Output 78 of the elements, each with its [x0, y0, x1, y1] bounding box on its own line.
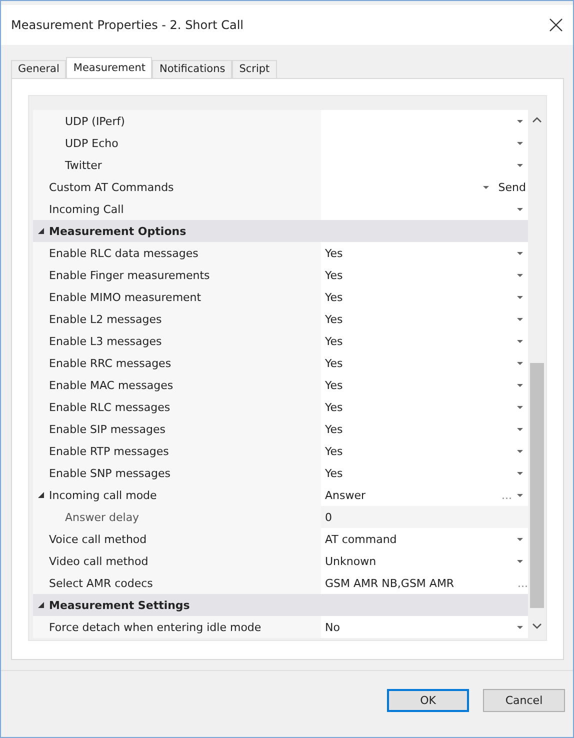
dropdown-icon[interactable] [482, 184, 490, 190]
property-value[interactable]: GSM AMR NB,GSM AMR [325, 576, 514, 590]
tab[interactable]: General [11, 60, 66, 78]
category-label: Measurement Options [49, 224, 188, 238]
scrollbar-thumb[interactable] [530, 363, 544, 608]
dropdown-icon[interactable] [516, 536, 524, 542]
property-name: UDP (IPerf) [64, 114, 126, 128]
property-value[interactable]: Yes [325, 312, 512, 326]
ellipsis-button[interactable]: ... [518, 576, 528, 590]
dropdown-icon[interactable] [516, 162, 524, 168]
scroll-up-icon[interactable] [532, 116, 542, 124]
property-name: Enable RRC messages [49, 356, 172, 370]
property-name: UDP Echo [64, 136, 120, 150]
property-name: Enable RLC data messages [49, 246, 200, 260]
dropdown-icon[interactable] [516, 140, 524, 146]
tab[interactable]: Script [232, 60, 277, 78]
property-value[interactable]: Yes [325, 268, 512, 282]
property-name: Enable MIMO measurement [49, 290, 202, 304]
send-button[interactable]: Send [498, 180, 528, 194]
dropdown-icon[interactable] [516, 118, 524, 124]
cancel-button[interactable]: Cancel [483, 689, 565, 712]
dropdown-icon[interactable] [516, 250, 524, 256]
property-value[interactable]: Yes [325, 400, 512, 414]
property-name: Incoming Call [49, 202, 125, 216]
property-name: Incoming call mode [49, 488, 158, 502]
property-name: Enable Finger measurements [49, 268, 211, 282]
dropdown-icon[interactable] [516, 382, 524, 388]
property-value[interactable]: Yes [325, 378, 512, 392]
dropdown-icon[interactable] [516, 294, 524, 300]
property-value[interactable]: Yes [325, 246, 512, 260]
property-value[interactable]: Answer [325, 488, 498, 502]
close-icon[interactable] [549, 18, 563, 32]
property-name: Enable SIP messages [49, 422, 166, 436]
property-name: Enable RLC messages [49, 400, 172, 414]
property-name: Force detach when entering idle mode [49, 620, 262, 634]
expanded-icon[interactable] [38, 602, 44, 608]
tab[interactable]: Measurement [66, 57, 152, 79]
dropdown-icon[interactable] [516, 470, 524, 476]
property-name: Enable L3 messages [49, 334, 163, 348]
property-name: Custom AT Commands [49, 180, 175, 194]
expanded-icon[interactable] [38, 492, 44, 498]
property-value[interactable]: Yes [325, 290, 512, 304]
ellipsis-button[interactable]: ... [502, 488, 512, 502]
dropdown-icon[interactable] [516, 448, 524, 454]
property-value[interactable]: 0 [325, 510, 528, 524]
property-value[interactable]: Yes [325, 356, 512, 370]
property-value[interactable]: Unknown [325, 554, 512, 568]
dropdown-icon[interactable] [516, 624, 524, 630]
dropdown-icon[interactable] [516, 272, 524, 278]
ok-button[interactable]: OK [387, 689, 469, 712]
dropdown-icon[interactable] [516, 360, 524, 366]
property-name: Video call method [49, 554, 150, 568]
property-value[interactable]: Yes [325, 334, 512, 348]
property-value[interactable]: AT command [325, 532, 512, 546]
dropdown-icon[interactable] [516, 558, 524, 564]
tab[interactable]: Notifications [152, 60, 232, 78]
property-name: Enable SNP messages [49, 466, 172, 480]
expanded-icon[interactable] [38, 228, 44, 234]
property-value[interactable]: Yes [325, 466, 512, 480]
property-name: Select AMR codecs [49, 576, 154, 590]
category-label: Measurement Settings [49, 598, 191, 612]
scroll-down-icon[interactable] [532, 622, 542, 630]
window-title: Measurement Properties - 2. Short Call [11, 18, 244, 32]
dropdown-icon[interactable] [516, 316, 524, 322]
dropdown-icon[interactable] [516, 404, 524, 410]
dropdown-icon[interactable] [516, 492, 524, 498]
property-value[interactable]: Yes [325, 444, 512, 458]
property-name: Enable RTP messages [49, 444, 170, 458]
property-name: Enable L2 messages [49, 312, 163, 326]
property-name: Voice call method [49, 532, 148, 546]
property-name: Twitter [64, 158, 103, 172]
property-value[interactable]: Yes [325, 422, 512, 436]
property-name: Enable MAC messages [49, 378, 174, 392]
dropdown-icon[interactable] [516, 426, 524, 432]
property-name: Answer delay [64, 510, 140, 524]
property-value[interactable]: No [325, 620, 512, 634]
dropdown-icon[interactable] [516, 338, 524, 344]
dropdown-icon[interactable] [516, 206, 524, 212]
